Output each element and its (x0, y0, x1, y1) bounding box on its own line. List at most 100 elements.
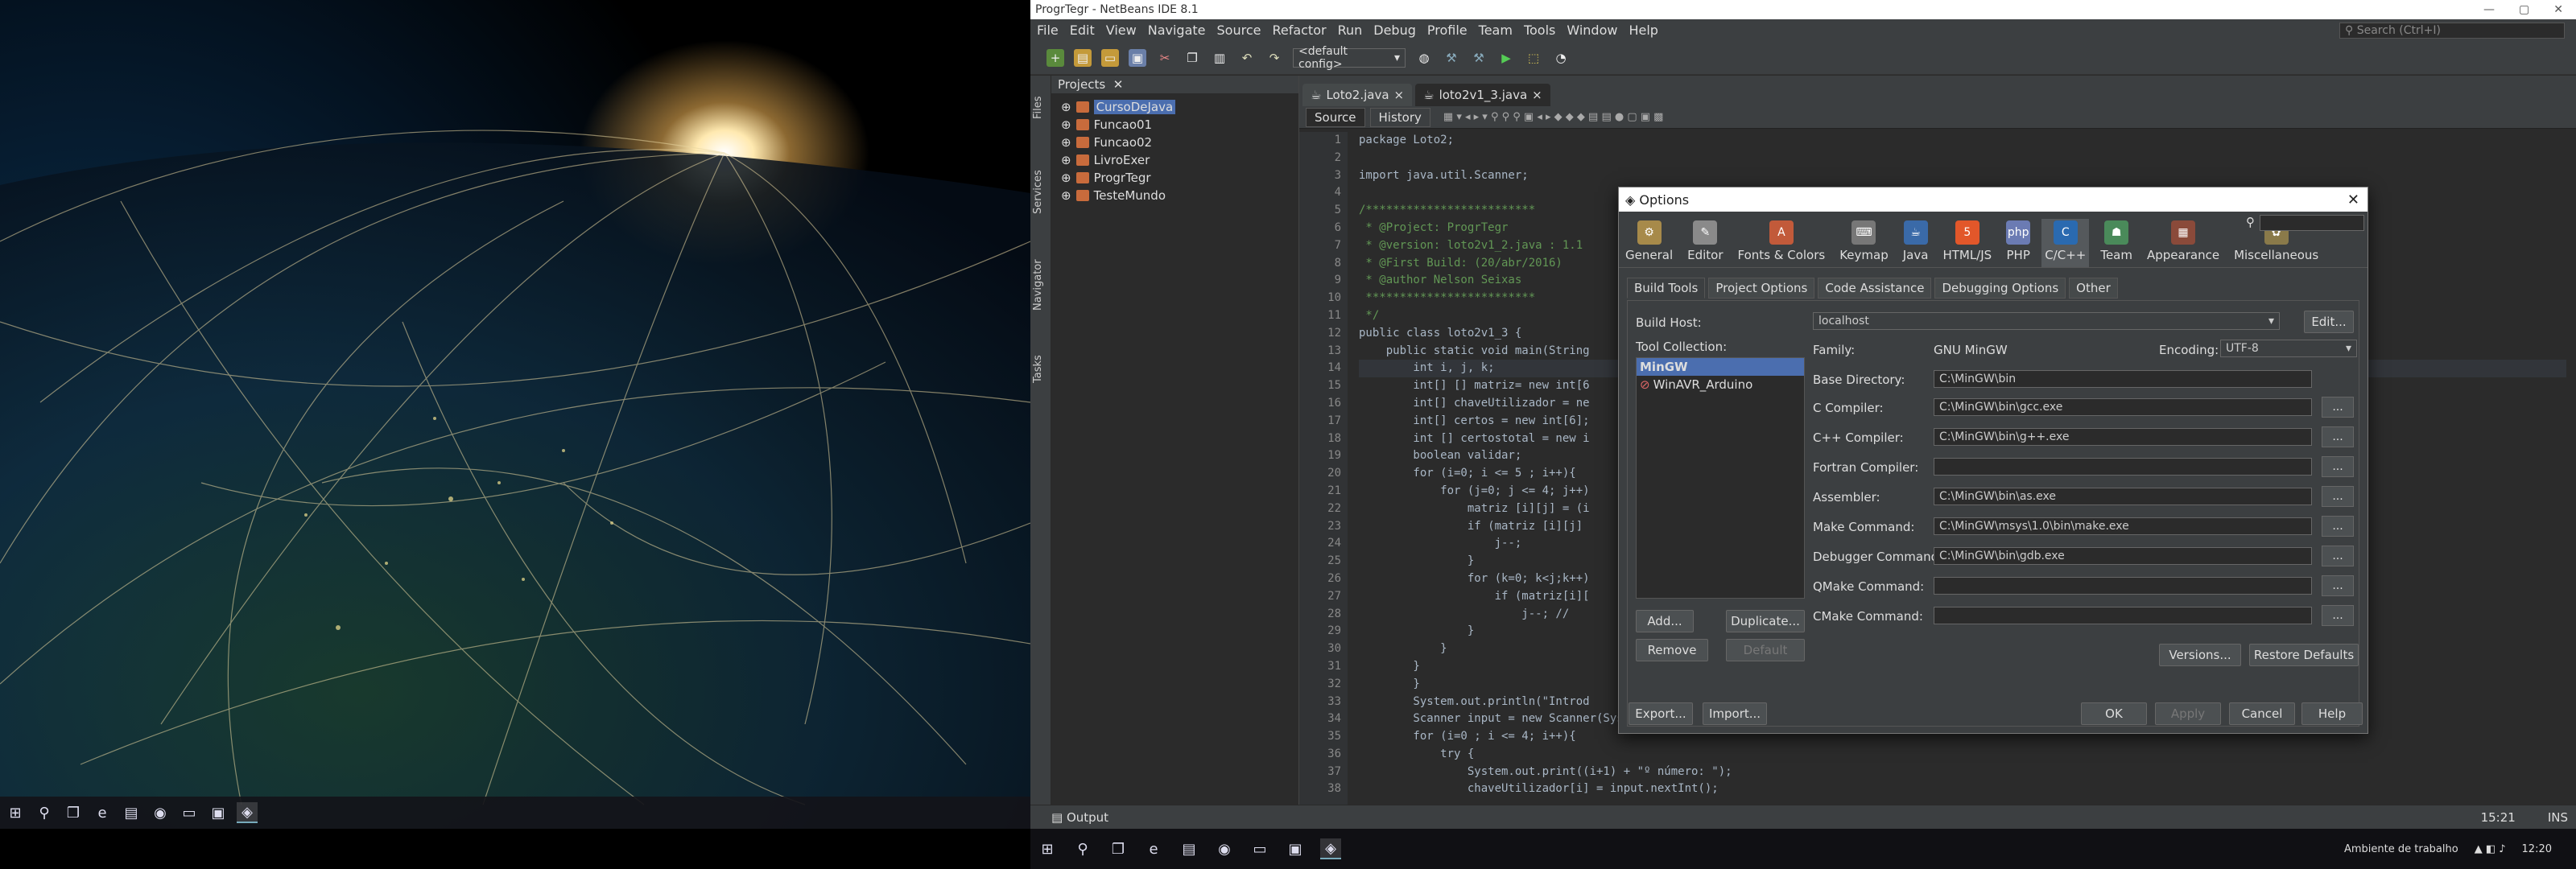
menu-run[interactable]: Run (1338, 23, 1363, 38)
edit-host-button[interactable]: Edit... (2304, 311, 2354, 333)
chrome-icon[interactable]: ◉ (150, 802, 171, 823)
browse-button[interactable]: ... (2322, 546, 2354, 566)
expand-icon[interactable]: ⊕ (1061, 100, 1071, 114)
paste-icon[interactable]: ▥ (1211, 49, 1228, 67)
base-directory-field[interactable]: C:\MinGW\bin (1934, 370, 2312, 388)
browse-button[interactable]: ... (2322, 605, 2354, 626)
menu-help[interactable]: Help (1629, 23, 1657, 38)
browse-button[interactable]: ... (2322, 397, 2354, 418)
config-settings-icon[interactable]: ◍ (1415, 49, 1433, 67)
build-host-select[interactable]: localhost ▾ (1813, 312, 2280, 330)
menu-team[interactable]: Team (1479, 23, 1513, 38)
expand-icon[interactable]: ⊕ (1061, 153, 1071, 167)
category-cpp[interactable]: C C/C++ (2041, 219, 2090, 267)
desktop-label[interactable]: Ambiente de trabalho (2344, 843, 2458, 855)
menu-navigate[interactable]: Navigate (1148, 23, 1206, 38)
tool-collection-item[interactable]: ⊘ WinAVR_Arduino (1637, 376, 1804, 393)
cpp-compiler-field[interactable]: C:\MinGW\bin\g++.exe (1934, 428, 2312, 446)
cmake-command-field[interactable] (1934, 607, 2312, 624)
tab-build-tools[interactable]: Build Tools (1627, 278, 1706, 299)
make-command-field[interactable]: C:\MinGW\msys\1.0\bin\make.exe (1934, 517, 2312, 535)
menu-window[interactable]: Window (1567, 23, 1617, 38)
files-tab[interactable]: Files (1032, 84, 1050, 132)
category-appearance[interactable]: ▦ Appearance (2144, 219, 2223, 267)
category-java[interactable]: ☕ Java (1900, 219, 1932, 267)
category-team[interactable]: ☗ Team (2097, 219, 2136, 267)
category-htmljs[interactable]: 5 HTML/JS (1939, 219, 1995, 267)
explorer-icon[interactable]: ▤ (121, 802, 142, 823)
menu-tools[interactable]: Tools (1524, 23, 1555, 38)
explorer-icon[interactable]: ▤ (1179, 838, 1199, 859)
ide-search-input[interactable]: ⚲ Search (Ctrl+I) (2339, 22, 2565, 39)
clock[interactable]: 12:20 (2522, 843, 2552, 855)
task-view-icon[interactable]: ❐ (63, 802, 84, 823)
browse-button[interactable]: ... (2322, 486, 2354, 507)
menu-debug[interactable]: Debug (1373, 23, 1416, 38)
close-icon[interactable]: ✕ (1113, 77, 1124, 92)
config-select[interactable]: <default config> ▾ (1293, 45, 1406, 71)
clean-build-icon[interactable]: ⚒ (1470, 49, 1488, 67)
add-collection-button[interactable]: Add... (1636, 610, 1694, 632)
expand-icon[interactable]: ⊕ (1061, 117, 1071, 132)
tab-project-options[interactable]: Project Options (1708, 278, 1815, 299)
open-project-icon[interactable]: ▭ (1101, 48, 1119, 67)
dialog-close-button[interactable]: ✕ (2347, 192, 2359, 208)
expand-icon[interactable]: ⊕ (1061, 135, 1071, 150)
category-fonts-colors[interactable]: A Fonts & Colors (1735, 219, 1829, 267)
fortran-compiler-field[interactable] (1934, 458, 2312, 476)
expand-icon[interactable]: ⊕ (1061, 188, 1071, 203)
app-icon[interactable]: ▣ (208, 802, 229, 823)
save-all-icon[interactable]: ▣ (1129, 48, 1146, 67)
project-item[interactable]: ⊕ LivroExer (1051, 151, 1298, 169)
navigator-tab[interactable]: Navigator (1032, 245, 1050, 325)
new-project-icon[interactable]: + (1046, 48, 1064, 67)
assembler-field[interactable]: C:\MinGW\bin\as.exe (1934, 488, 2312, 505)
qmake-command-field[interactable] (1934, 577, 2312, 595)
menu-edit[interactable]: Edit (1070, 23, 1095, 38)
app-icon[interactable]: ▣ (1285, 838, 1306, 859)
expand-icon[interactable]: ⊕ (1061, 171, 1071, 185)
minimize-button[interactable]: — (2483, 3, 2495, 16)
start-icon[interactable]: ⊞ (1037, 838, 1058, 859)
editor-toolbar-icons[interactable]: ▦ ▾ ◂ ▸ ▾ ⚲ ⚲ ⚲ ▣ ◂ ▸ ◆ ◆ ◆ ▤ ▤ ● ▢ ▣ ▩ (1443, 111, 1664, 123)
tab-debugging-options[interactable]: Debugging Options (1934, 278, 2066, 299)
browse-button[interactable]: ... (2322, 575, 2354, 596)
menu-refactor[interactable]: Refactor (1272, 23, 1326, 38)
help-button[interactable]: Help (2301, 702, 2363, 725)
copy-icon[interactable]: ❐ (1183, 49, 1201, 67)
run-icon[interactable]: ▶ (1497, 49, 1515, 67)
browse-button[interactable]: ... (2322, 426, 2354, 447)
menu-file[interactable]: File (1037, 23, 1059, 38)
project-item[interactable]: ⊕ Funcao01 (1051, 116, 1298, 134)
cut-icon[interactable]: ✂ (1156, 49, 1174, 67)
remove-collection-button[interactable]: Remove (1636, 639, 1708, 661)
tab-code-assistance[interactable]: Code Assistance (1818, 278, 1932, 299)
versions-button[interactable]: Versions... (2159, 644, 2241, 666)
duplicate-collection-button[interactable]: Duplicate... (1726, 610, 1805, 632)
new-file-icon[interactable]: ▤ (1074, 48, 1092, 67)
history-tab[interactable]: History (1369, 107, 1430, 127)
output-icon[interactable]: ▤ (1051, 810, 1067, 825)
project-item[interactable]: ⊕ CursoDeJava (1051, 98, 1298, 116)
folder-icon[interactable]: ▭ (1249, 838, 1270, 859)
restore-defaults-button[interactable]: Restore Defaults (2249, 644, 2359, 666)
tab-other[interactable]: Other (2069, 278, 2118, 299)
services-tab[interactable]: Services (1032, 156, 1050, 229)
project-item[interactable]: ⊕ Funcao02 (1051, 134, 1298, 151)
project-item[interactable]: ⊕ ProgrTegr (1051, 169, 1298, 187)
editor-tab-loto2[interactable]: ☕ Loto2.java × (1302, 84, 1413, 106)
undo-icon[interactable]: ↶ (1238, 49, 1256, 67)
menu-view[interactable]: View (1106, 23, 1137, 38)
menu-source[interactable]: Source (1217, 23, 1261, 38)
close-button[interactable]: ✕ (2553, 3, 2563, 16)
options-search-input[interactable] (2260, 215, 2364, 231)
c-compiler-field[interactable]: C:\MinGW\bin\gcc.exe (1934, 398, 2312, 416)
edge-icon[interactable]: e (92, 802, 113, 823)
encoding-select[interactable]: UTF-8 ▾ (2220, 340, 2357, 357)
netbeans-taskbar-icon[interactable]: ◈ (237, 802, 258, 823)
editor-tab-loto2v1_3[interactable]: ☕ loto2v1_3.java × (1415, 84, 1550, 106)
cancel-button[interactable]: Cancel (2229, 702, 2295, 725)
netbeans-taskbar-icon[interactable]: ◈ (1320, 838, 1341, 859)
output-tab[interactable]: Output (1067, 810, 1108, 825)
category-editor[interactable]: ✎ Editor (1684, 219, 1726, 267)
